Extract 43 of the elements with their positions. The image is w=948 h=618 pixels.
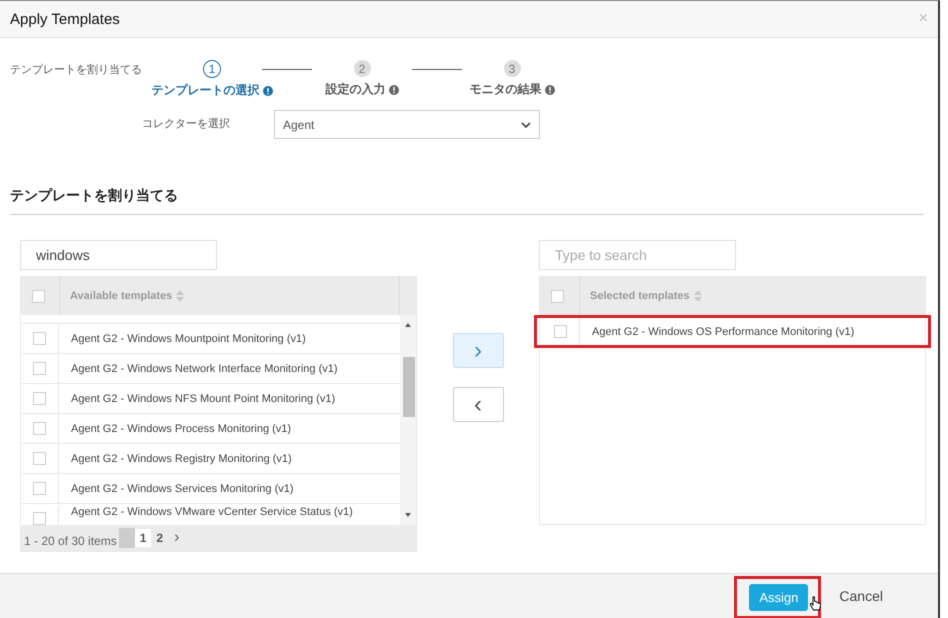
row-checkbox[interactable] (33, 422, 46, 435)
info-icon (388, 84, 398, 94)
template-name[interactable]: Agent G2 - Windows Network Interface Monitoring (v1) (59, 362, 338, 374)
hand-cursor-icon (809, 596, 822, 612)
sort-icon (694, 290, 702, 302)
select-all-checkbox[interactable] (32, 290, 45, 302)
cancel-button[interactable]: Cancel (839, 588, 883, 604)
chevron-down-icon (521, 122, 531, 128)
row-checkbox[interactable] (33, 392, 46, 405)
next-page-button[interactable]: › (168, 529, 186, 547)
scrollbar[interactable] (400, 315, 416, 525)
select-all-checkbox[interactable] (551, 290, 564, 302)
pager-summary: 1 - 20 of 30 items (23, 534, 117, 548)
row-checkbox[interactable] (33, 362, 46, 375)
row-checkbox[interactable] (554, 325, 567, 338)
template-name[interactable]: Agent G2 - Windows NFS Mount Point Monitoring (v1) (59, 392, 336, 404)
window-title: Apply Templates (10, 10, 120, 28)
info-icon (544, 84, 554, 94)
sort-icon (176, 290, 184, 302)
info-icon (262, 86, 272, 96)
search-field[interactable]: Type to search (539, 240, 736, 270)
template-name[interactable]: Agent G2 - Windows Mountpoint Monitoring (v1) (59, 332, 306, 344)
template-name[interactable]: Agent G2 - Windows Services Monitoring (v1) (59, 482, 294, 494)
collector-dropdown[interactable]: Agent (274, 110, 540, 139)
template-row[interactable]: Agent G2 - Windows OS Performance Monitoring (v1) (534, 315, 931, 348)
template-name[interactable]: Agent G2 - Windows VMware vCenter Service Status (v1) (59, 506, 353, 518)
row-checkbox[interactable] (33, 452, 46, 465)
template-name[interactable]: Agent G2 - Windows Process Monitoring (v1) (59, 422, 292, 434)
move-button[interactable]: ‹ (452, 387, 504, 422)
previous-page-button[interactable] (118, 528, 135, 548)
wizard-label: テンプレートを割り当てる (10, 62, 142, 77)
row-checkbox[interactable] (33, 482, 46, 495)
collector-label: コレクターを選択 (142, 117, 230, 131)
page-button[interactable]: 1 (134, 529, 152, 547)
template-name[interactable]: Agent G2 - Windows Registry Monitoring (v1) (59, 452, 292, 464)
page-button[interactable]: 2 (151, 529, 168, 547)
template-name: Agent G2 - Windows OS Performance Monitoring (v1) (591, 326, 854, 338)
wizard-step[interactable]: 3 モニタの結果 (437, 60, 587, 98)
row-checkbox[interactable] (33, 332, 46, 345)
wizard-step[interactable]: 2 設定の入力 (287, 60, 437, 98)
section-title: テンプレートを割り当てる (10, 187, 924, 215)
search-field[interactable]: windows (20, 240, 217, 270)
row-checkbox[interactable] (33, 512, 46, 525)
